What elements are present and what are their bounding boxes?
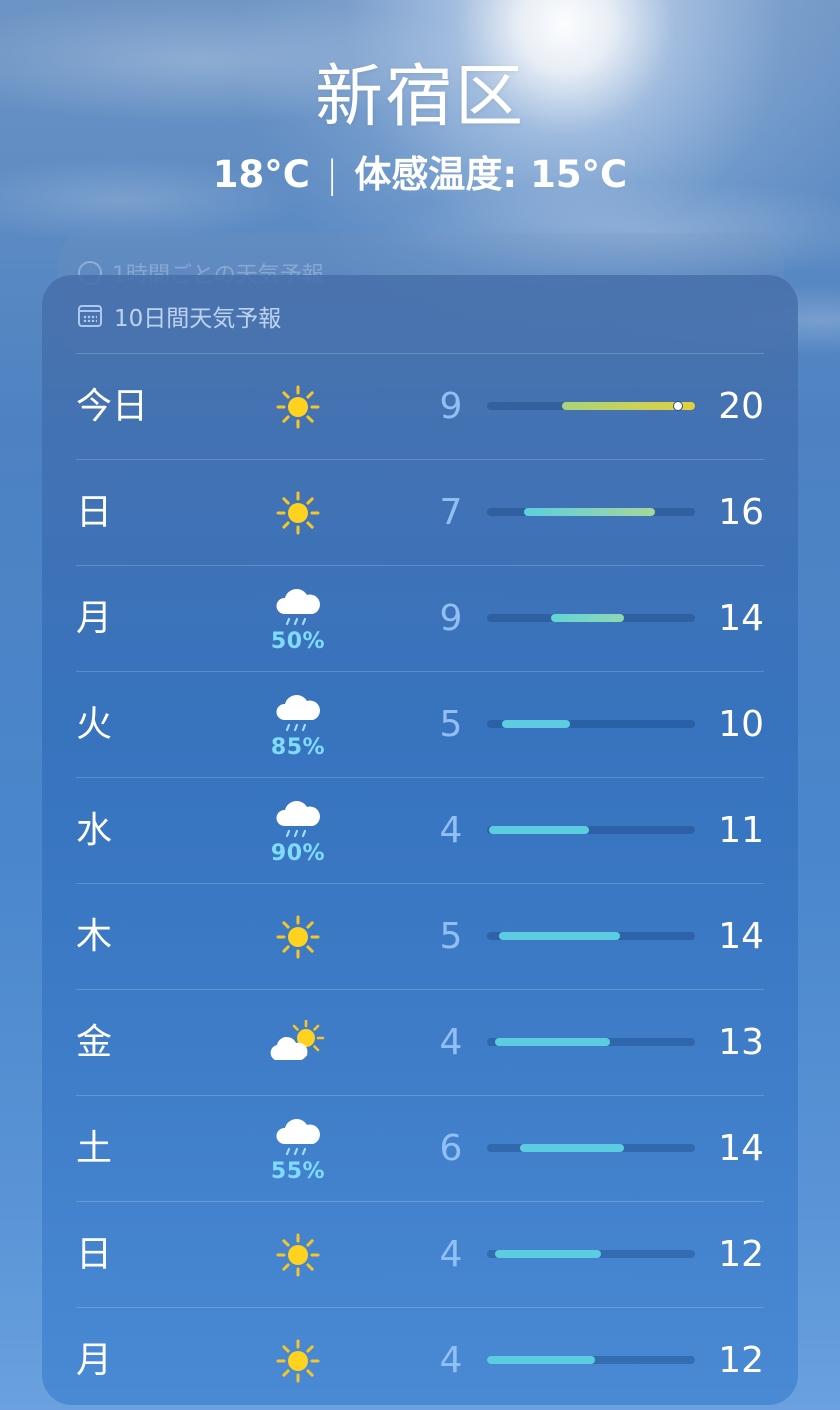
ten-day-forecast-card[interactable]: 10日間天気予報 今日 9 20 日 7 16 月 50% 9 14 火 85% 5 10 水 90% 4 11 木…: [42, 275, 798, 1405]
forecast-day-label: 金: [76, 1022, 113, 1063]
sun-icon: [258, 884, 338, 989]
forecast-row[interactable]: 金 4 13: [76, 989, 764, 1095]
low-temperature: 9: [439, 598, 463, 639]
temperature-range-fill: [501, 720, 571, 728]
high-temperature: 20: [718, 386, 764, 427]
forecast-row[interactable]: 火 85% 5 10: [76, 671, 764, 777]
high-temperature: 11: [718, 810, 764, 851]
location-header: 新宿区 18°C | 体感温度: 15°C: [0, 56, 840, 198]
low-temperature: 5: [439, 704, 463, 745]
high-temperature: 14: [718, 916, 764, 957]
low-temperature: 5: [439, 916, 463, 957]
temperature-range-bar: [487, 826, 695, 834]
ten-day-forecast-title: 10日間天気予報: [114, 306, 282, 332]
forecast-row[interactable]: 水 90% 4 11: [76, 777, 764, 883]
forecast-day-label: 水: [76, 810, 113, 851]
forecast-row[interactable]: 日 7 16: [76, 459, 764, 565]
forecast-row[interactable]: 月 50% 9 14: [76, 565, 764, 671]
partly-cloudy-icon: [258, 990, 338, 1095]
current-temperature: 18°C: [212, 153, 310, 196]
temperature-range-bar: [487, 508, 695, 516]
forecast-day-label: 月: [76, 1340, 113, 1381]
low-temperature: 7: [439, 492, 463, 533]
conditions-separator: |: [325, 153, 339, 196]
precipitation-chance: 85%: [270, 735, 326, 760]
sun-icon: [258, 1308, 338, 1405]
temperature-range-fill: [487, 1356, 596, 1364]
forecast-day-label: 日: [76, 1234, 113, 1275]
ten-day-forecast-header: 10日間天気予報: [78, 299, 281, 333]
high-temperature: 12: [718, 1340, 764, 1381]
high-temperature: 16: [718, 492, 764, 533]
forecast-day-label: 火: [76, 704, 113, 745]
calendar-icon: [78, 305, 102, 327]
low-temperature: 9: [439, 386, 463, 427]
temperature-range-fill: [524, 508, 656, 516]
forecast-day-label: 木: [76, 916, 113, 957]
high-temperature: 14: [718, 1128, 764, 1169]
temperature-range-fill: [489, 826, 589, 834]
forecast-row[interactable]: 日 4 12: [76, 1201, 764, 1307]
sun-icon: [258, 460, 338, 565]
cloud-rain-icon: 50%: [258, 566, 338, 671]
cloud-rain-icon: 55%: [258, 1096, 338, 1201]
cloud-rain-icon: 90%: [258, 778, 338, 883]
low-temperature: 6: [439, 1128, 463, 1169]
forecast-row[interactable]: 今日 9 20: [76, 353, 764, 459]
temperature-range-fill: [520, 1144, 625, 1152]
temperature-range-bar: [487, 932, 695, 940]
low-temperature: 4: [439, 810, 463, 851]
temperature-range-fill: [499, 932, 621, 940]
sun-icon: [258, 1202, 338, 1307]
feels-like-temperature: 体感温度: 15°C: [354, 153, 628, 196]
temperature-range-fill: [551, 614, 625, 622]
high-temperature: 14: [718, 598, 764, 639]
low-temperature: 4: [439, 1340, 463, 1381]
temperature-range-fill: [495, 1038, 610, 1046]
cloud-rain-icon: 85%: [258, 672, 338, 777]
precipitation-chance: 50%: [270, 629, 326, 654]
current-conditions: 18°C | 体感温度: 15°C: [0, 144, 840, 198]
high-temperature: 10: [718, 704, 764, 745]
forecast-day-label: 日: [76, 492, 113, 533]
precipitation-chance: 90%: [270, 841, 326, 866]
high-temperature: 12: [718, 1234, 764, 1275]
temperature-range-bar: [487, 401, 695, 411]
low-temperature: 4: [439, 1234, 463, 1275]
city-name: 新宿区: [314, 58, 525, 137]
forecast-row[interactable]: 月 4 12: [76, 1307, 764, 1405]
temperature-range-fill: [495, 1250, 602, 1258]
temperature-range-bar: [487, 614, 695, 622]
forecast-day-label: 月: [76, 598, 113, 639]
forecast-day-label: 土: [76, 1128, 113, 1169]
forecast-day-label: 今日: [76, 386, 149, 427]
temperature-range-bar: [487, 1250, 695, 1258]
precipitation-chance: 55%: [270, 1159, 326, 1184]
forecast-list: 今日 9 20 日 7 16 月 50% 9 14 火 85% 5 10 水 90% 4 11 木 5 14 金 4 13 土 5…: [76, 353, 764, 1405]
temperature-range-bar: [487, 1038, 695, 1046]
temperature-range-bar: [487, 720, 695, 728]
temperature-range-bar: [487, 1356, 695, 1364]
temperature-range-bar: [487, 1144, 695, 1152]
high-temperature: 13: [718, 1022, 764, 1063]
forecast-row[interactable]: 土 55% 6 14: [76, 1095, 764, 1201]
forecast-row[interactable]: 木 5 14: [76, 883, 764, 989]
sun-icon: [258, 354, 338, 459]
low-temperature: 4: [439, 1022, 463, 1063]
